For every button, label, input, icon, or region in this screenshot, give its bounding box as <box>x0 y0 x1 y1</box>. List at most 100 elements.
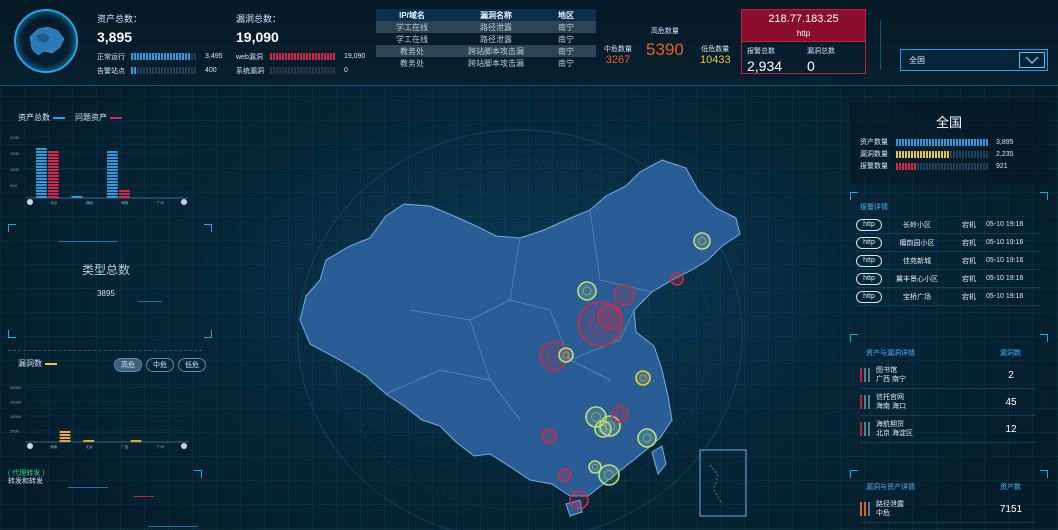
proto-badge: http <box>856 236 882 249</box>
asset-name-block: 信托官网 海南 海口 <box>876 393 986 411</box>
asset-row-normal: 正常运行 3,495 <box>97 52 223 61</box>
alert-place: 檀韵园小区 <box>899 239 935 247</box>
legend-vuln-swatch <box>45 362 57 365</box>
alert-time: 05-10 19:16 <box>986 275 1024 282</box>
alert-ip-box[interactable]: 218.77.183.25 http <box>741 9 866 42</box>
chip-high[interactable]: 高危 <box>114 358 142 372</box>
bar-segment <box>47 151 59 153</box>
vuln-bar-chart: 20000 15000 10000 5000 海南 北京 广西 广州 <box>10 386 188 449</box>
bar-segment <box>107 163 118 165</box>
chevron-down-icon[interactable] <box>1019 52 1045 68</box>
proto-badge: http <box>856 272 882 285</box>
decor-line <box>138 301 162 302</box>
cell-region: 南宁 <box>558 58 574 68</box>
list-item[interactable]: http 长岭小区 宕机 05-10 19:16 <box>856 216 1040 234</box>
region-select[interactable]: 全国 <box>900 49 1048 71</box>
bar-segment <box>107 151 118 153</box>
stat-value: 921 <box>996 162 1008 170</box>
proto-badge: http <box>856 254 882 267</box>
bar-segment <box>118 196 130 198</box>
alert-time: 05-10 19:16 <box>986 221 1024 228</box>
stat-label: 资产数量 <box>860 139 888 146</box>
vuln-table: IP/域名 漏洞名称 地区 学工在线 路径泄露 南宁 学工在线 路径泄露 南宁 … <box>376 9 596 69</box>
table-row[interactable]: 教务处 跨站脚本攻击漏 南宁 <box>376 57 596 69</box>
table-row[interactable]: 学工在线 路径泄露 南宁 <box>376 21 596 33</box>
bar <box>36 148 47 198</box>
list-item[interactable]: http 檀韵园小区 宕机 05-10 19:16 <box>856 234 1040 252</box>
x-tick-label: 广州 <box>157 200 164 205</box>
list-item[interactable]: 路径泄露 中危 7151 <box>860 496 1036 523</box>
bar-segment <box>107 184 118 186</box>
vuln-total-2-label: 漏洞总数 <box>807 48 835 55</box>
map-svg <box>297 129 747 530</box>
vuln-asset-panel: 漏洞与资产详情 资产数 路径泄露 中危 7151 <box>850 470 1048 528</box>
corner-tl <box>850 192 858 200</box>
alarm-total-value: 2,934 <box>747 58 783 74</box>
bar-segment <box>59 434 71 436</box>
alert-place: 长岭小区 <box>903 221 931 229</box>
asset-total-kpi: 资产总数： 3,895 <box>97 12 142 45</box>
legend-assets-label: 资产总数 <box>18 113 50 122</box>
map-marker <box>637 428 657 448</box>
asset-row-value: 400 <box>205 67 217 74</box>
top-header: 资产总数： 3,895 正常运行 3,495 告警站点 400 漏洞总数： 19… <box>0 0 1058 86</box>
bar-segment <box>107 181 118 183</box>
chip-low[interactable]: 低危 <box>178 358 206 372</box>
corner-tl <box>850 470 858 478</box>
bar-segment <box>107 157 118 159</box>
cell-region: 南宁 <box>558 34 574 44</box>
cell-ip: 教务处 <box>400 46 424 56</box>
corner-tl <box>8 224 16 232</box>
stat-label: 漏洞数量 <box>860 151 888 158</box>
chart1-legend: 资产总数 问题资产 <box>18 112 122 123</box>
bar-segment <box>130 440 142 442</box>
asset-vuln-count: 2 <box>1008 369 1014 381</box>
bar-segment <box>118 190 130 192</box>
list-item[interactable]: http 宝桥广场 宕机 05-10 19:16 <box>856 288 1040 306</box>
bar-segment <box>36 190 47 192</box>
x-tick-label: 广西 <box>121 444 128 449</box>
alert-list: http 长岭小区 宕机 05-10 19:16 http 檀韵园小区 宕机 0… <box>856 216 1040 306</box>
bar-segment <box>36 178 47 180</box>
list-item[interactable]: 信托官网 海南 海口 45 <box>860 389 1036 416</box>
alert-type: 宕机 <box>962 221 976 229</box>
cell-vuln: 路径泄露 <box>480 34 512 44</box>
list-item[interactable]: 图书馆 广西 南宁 2 <box>860 362 1036 389</box>
bar <box>118 190 130 198</box>
list-item[interactable]: http 翼丰景心小区 宕机 05-10 19:16 <box>856 270 1040 288</box>
alarm-total-label: 报警总数 <box>747 48 775 55</box>
chip-mid[interactable]: 中危 <box>146 358 174 372</box>
asset-normal-bar <box>131 53 199 60</box>
map-marker <box>597 304 623 330</box>
cell-vuln: 跨站脚本攻击漏 <box>468 46 524 56</box>
vuln-asset-list: 路径泄露 中危 7151 <box>860 496 1036 523</box>
x-tick-label: 北京 <box>86 444 93 449</box>
low-severity-label: 低危数量 <box>701 46 730 53</box>
vuln-system-bar <box>270 67 338 74</box>
asset-vuln-col: 漏洞数 <box>1000 350 1021 357</box>
bar-segment <box>36 148 47 150</box>
x-tick-label: 海南 <box>121 200 128 205</box>
bar-segment <box>47 184 59 186</box>
y-tick-label: 20000 <box>10 386 21 390</box>
asset-region: 广西 南宁 <box>876 376 906 383</box>
bar-segment <box>59 431 71 433</box>
bar-segment <box>36 163 47 165</box>
scroll-right-icon <box>181 199 187 205</box>
table-row[interactable]: 学工在线 路径泄露 南宁 <box>376 33 596 45</box>
bar-segment <box>47 169 59 171</box>
y-tick-label: 2000 <box>10 136 19 140</box>
table-row[interactable]: 教务处 跨站脚本攻击漏 南宁 <box>376 45 596 57</box>
vuln-total-2-value: 0 <box>807 58 815 74</box>
asset-name: 信托官网 <box>876 394 904 401</box>
cell-vuln: 路径泄露 <box>480 22 512 32</box>
list-item[interactable]: http 佳苑新城 宕机 05-10 19:16 <box>856 252 1040 270</box>
alert-type: 宕机 <box>962 275 976 283</box>
list-item[interactable]: 海航期货 北京 海淀区 12 <box>860 416 1036 443</box>
bar-segment <box>59 440 71 442</box>
bar-segment <box>36 151 47 153</box>
map-marker <box>558 468 572 482</box>
alarm-total: 报警总数 2,934 <box>747 46 782 74</box>
vuln-asset-col: 资产数 <box>1000 484 1021 491</box>
bar-segment <box>107 160 118 162</box>
